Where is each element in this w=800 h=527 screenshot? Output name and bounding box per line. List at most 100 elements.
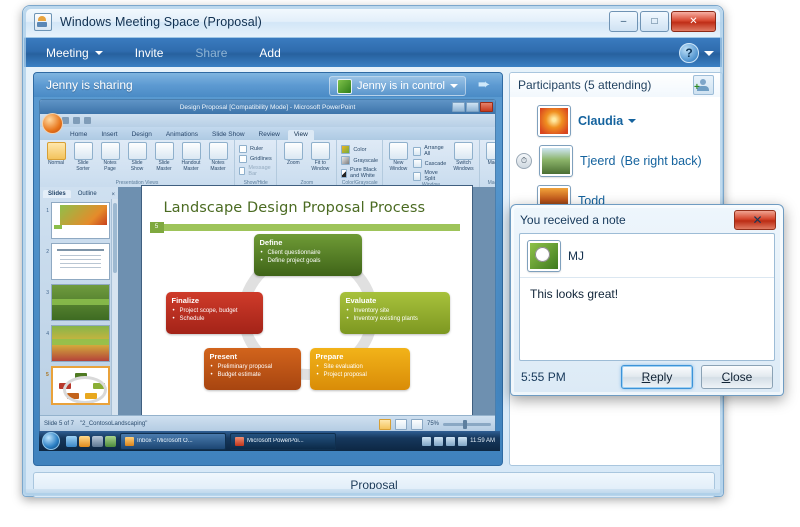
quick-launch-icon[interactable]	[105, 435, 116, 447]
tray-icon[interactable]	[434, 436, 444, 446]
tab-insert[interactable]: Insert	[95, 130, 123, 140]
maximize-button[interactable]: □	[640, 11, 669, 32]
ribbon-button-notes-master[interactable]: Notes Master	[206, 142, 230, 172]
ribbon-button-zoom[interactable]: Zoom	[281, 142, 305, 167]
chevron-down-icon[interactable]	[628, 119, 637, 123]
toolbar-item-invite[interactable]: Invite	[121, 42, 178, 64]
ribbon-button-fit-to-window[interactable]: Fit to Window	[308, 142, 332, 172]
tab-view[interactable]: View	[287, 130, 314, 140]
slide-thumbnail[interactable]: 3	[43, 284, 110, 321]
ribbon-group-macros: Macros Macros	[480, 140, 495, 187]
taskbar-button-inbox[interactable]: Inbox - Microsoft O...	[120, 432, 226, 450]
ribbon-button-notes-page[interactable]: Notes Page	[98, 142, 122, 172]
slide-thumbnail[interactable]: 1	[43, 202, 110, 239]
checkbox-label: Ruler	[250, 146, 264, 152]
tray-icon[interactable]	[422, 436, 432, 446]
tab-slide-show[interactable]: Slide Show	[206, 130, 251, 140]
zoom-slider[interactable]	[443, 419, 491, 429]
checkbox-icon	[239, 155, 247, 163]
slide-editing-stage[interactable]: Landscape Design Proposal Process 5 Defi…	[118, 184, 495, 419]
help-menu[interactable]: ?	[679, 43, 714, 63]
close-note-button[interactable]: Close	[701, 365, 773, 389]
office-orb-icon[interactable]	[42, 113, 63, 134]
tab-animations[interactable]: Animations	[160, 130, 204, 140]
ribbon-button-normal[interactable]: Normal	[44, 142, 68, 167]
new-window-icon	[388, 142, 408, 160]
participant-row-claudia[interactable]: Claudia	[510, 101, 722, 141]
start-orb-icon[interactable]	[42, 432, 60, 450]
slide-thumbnail-selected[interactable]: 5	[43, 366, 110, 405]
quick-launch-icon[interactable]	[66, 435, 77, 447]
close-icon[interactable]	[480, 102, 493, 112]
ribbon-button-new-window[interactable]: New Window	[387, 142, 410, 172]
save-icon[interactable]	[62, 117, 69, 124]
chevron-down-icon[interactable]	[704, 50, 714, 56]
ribbon-button-switch-windows[interactable]: Switch Windows	[452, 142, 475, 172]
slide-thumbnails: 1 2 3 4 5	[40, 199, 112, 432]
ribbon-button-slide-sorter[interactable]: Slide Sorter	[71, 142, 95, 172]
view-slideshow-button[interactable]	[410, 418, 423, 430]
tab-design[interactable]: Design	[126, 130, 158, 140]
quick-launch-icon[interactable]	[79, 435, 90, 447]
add-participant-icon[interactable]: +	[693, 75, 714, 95]
view-normal-button[interactable]	[378, 418, 391, 430]
tab-outline[interactable]: Outline	[73, 190, 102, 198]
ribbon-button-macros[interactable]: Macros	[484, 142, 495, 167]
ribbon-button-slide-master[interactable]: Slide Master	[152, 142, 176, 172]
note-footer: 5:55 PM Reply Close	[521, 365, 773, 389]
scrollbar-thumb[interactable]	[113, 203, 117, 273]
minimize-button[interactable]: –	[609, 11, 638, 32]
ribbon-button-label: Slide Show	[130, 160, 144, 172]
toolbar-item-meeting[interactable]: Meeting	[32, 42, 117, 64]
ribbon-item-move-split[interactable]: Move Split	[412, 170, 450, 182]
toolbar-label-invite: Invite	[134, 45, 164, 60]
undo-icon[interactable]	[73, 117, 80, 124]
ribbon-button-label: Slide Master	[156, 160, 172, 172]
redo-icon[interactable]	[84, 117, 91, 124]
ribbon-button-slide-show[interactable]: Slide Show	[125, 142, 149, 172]
checkbox-gridlines[interactable]: Gridlines	[239, 155, 272, 163]
slides-pane-scrollbar[interactable]	[111, 199, 118, 432]
ribbon-item-pure-black-and-white[interactable]: Pure Black and White	[341, 167, 378, 179]
window-titlebar[interactable]: Windows Meeting Space (Proposal) – □ ✕	[24, 7, 722, 37]
expand-arrow-icon[interactable]: ➨	[475, 77, 493, 93]
quick-launch-icon[interactable]	[92, 435, 103, 447]
slide-canvas[interactable]: Landscape Design Proposal Process 5 Defi…	[140, 184, 473, 419]
view-sorter-button[interactable]	[394, 418, 407, 430]
slide-thumbnail[interactable]: 2	[43, 243, 110, 280]
note-close-button[interactable]: ✕	[734, 210, 776, 230]
ribbon-item-arrange-all[interactable]: Arrange All	[412, 145, 450, 157]
control-indicator[interactable]: Jenny is in control	[328, 76, 466, 96]
help-icon[interactable]: ?	[679, 43, 699, 63]
thumb-box-define	[74, 373, 87, 379]
minimize-icon[interactable]	[452, 102, 465, 112]
ribbon-item-color[interactable]: Color	[341, 145, 378, 154]
powerpoint-window-controls	[452, 102, 493, 112]
ribbon-button-label: Switch Windows	[453, 160, 474, 172]
volume-icon[interactable]	[458, 436, 468, 446]
toolbar-item-add[interactable]: Add	[245, 42, 294, 64]
maximize-icon[interactable]	[466, 102, 479, 112]
thumbnail-image	[50, 366, 110, 405]
taskbar-button-powerpoint[interactable]: Microsoft PowerPoi...	[230, 432, 336, 450]
tab-review[interactable]: Review	[253, 130, 286, 140]
tray-icon[interactable]	[446, 436, 456, 446]
slide-show-icon	[127, 142, 147, 160]
close-button[interactable]: ✕	[671, 11, 716, 32]
tab-slides[interactable]: Slides	[43, 190, 71, 198]
reply-button[interactable]: Reply	[621, 365, 693, 389]
ribbon-item-grayscale[interactable]: Grayscale	[341, 156, 378, 165]
participant-name-claudia[interactable]: Claudia	[578, 114, 637, 128]
checkbox-ruler[interactable]: Ruler	[239, 145, 272, 153]
participants-title: Participants (5 attending)	[518, 78, 652, 92]
tab-home[interactable]: Home	[64, 130, 93, 140]
note-message: This looks great!	[530, 287, 619, 301]
participant-name-tjeerd[interactable]: Tjeerd (Be right back)	[580, 154, 702, 168]
ribbon-button-handout-master[interactable]: Handout Master	[179, 142, 203, 172]
cycle-box-title: Finalize	[171, 295, 200, 305]
participant-row-tjeerd[interactable]: ⏱ Tjeerd (Be right back)	[510, 141, 722, 181]
note-dialog-titlebar[interactable]: You received a note ✕	[515, 209, 779, 231]
taskbar-clock[interactable]: 11:59 AM	[470, 438, 495, 444]
ribbon-item-cascade[interactable]: Cascade	[412, 159, 450, 168]
slide-thumbnail[interactable]: 4	[43, 325, 110, 362]
